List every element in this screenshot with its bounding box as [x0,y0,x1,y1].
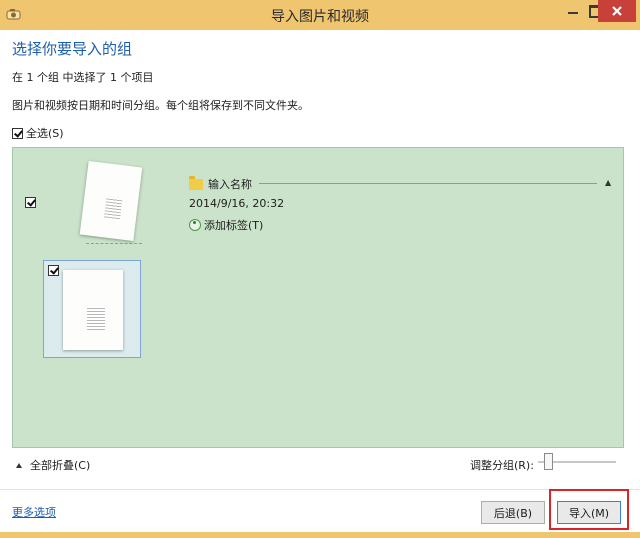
collapse-group-icon[interactable]: ▲ [605,178,611,187]
back-button[interactable]: 后退(B) [481,501,545,524]
close-icon [612,6,622,16]
collapse-all-label: 全部折叠(C) [30,459,91,472]
group-thumbnail-stack[interactable] [78,160,144,244]
tag-icon [189,219,201,231]
select-all-checkbox[interactable]: 全选(S) [12,125,64,141]
group-name-text: 输入名称 [208,178,252,191]
chevron-up-icon [16,462,22,468]
item-checkbox[interactable] [48,265,59,276]
adjust-groups-label: 调整分组(R): [470,459,534,472]
page-title: 选择你要导入的组 [12,40,133,58]
add-tag-label: 添加标签(T) [204,219,264,232]
adjust-groups-slider-thumb[interactable] [544,453,553,470]
window-title: 导入图片和视频 [271,9,369,25]
import-photos-window: 导入图片和视频 选择你要导入的组 在 1 个组 中选择了 1 个项目 图片和视频… [0,0,640,538]
select-all-label: 全选(S) [26,127,64,140]
group-checkbox[interactable] [25,197,36,208]
minimize-button[interactable] [560,0,586,22]
document-photo-thumbnail [79,160,143,242]
title-bar[interactable]: 导入图片和视频 [0,0,640,30]
group-date: 2014/9/16, 20:32 [189,197,285,210]
photo-item[interactable] [43,260,141,358]
close-button[interactable] [598,0,636,22]
import-highlight-box [549,489,629,530]
document-photo-thumbnail [63,270,123,350]
collapse-all-button[interactable]: 全部折叠(C) [16,457,90,473]
more-options-link[interactable]: 更多选项 [12,504,56,520]
group-name-field[interactable]: 输入名称 [189,175,252,192]
content-area: 选择你要导入的组 在 1 个组 中选择了 1 个项目 图片和视频按日期和时间分组… [0,30,640,532]
folder-icon [189,175,203,190]
selection-summary: 在 1 个组 中选择了 1 个项目 [12,71,154,84]
footer-divider [0,489,640,490]
group-divider [259,183,597,184]
group-panel: 输入名称 ▲ 2014/9/16, 20:32 添加标签(T) [12,147,624,448]
grouping-description: 图片和视频按日期和时间分组。每个组将保存到不同文件夹。 [12,99,309,112]
checkbox-icon [12,127,23,139]
add-tag-link[interactable]: 添加标签(T) [189,217,263,233]
